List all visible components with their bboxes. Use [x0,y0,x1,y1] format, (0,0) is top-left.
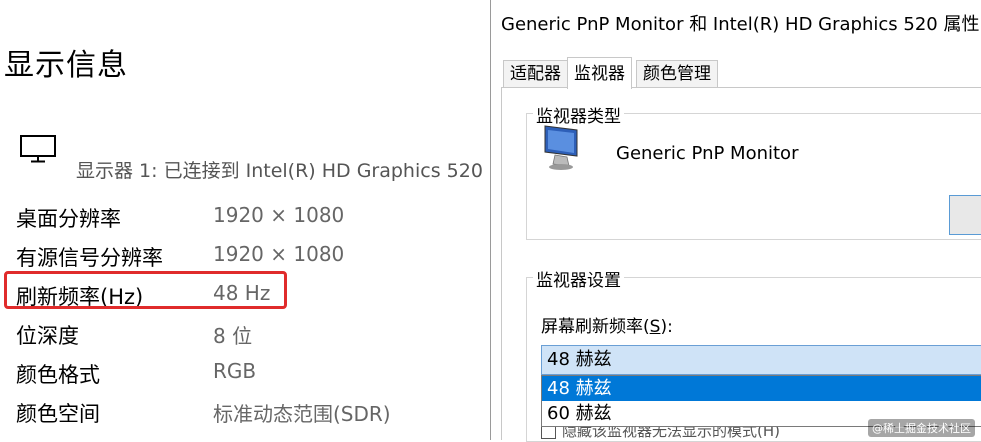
info-label: 桌面分辨率 [16,207,121,231]
monitor-properties-button[interactable] [949,195,981,235]
info-label: 颜色格式 [16,363,100,387]
watermark: @稀土掘金技术社区 [868,419,975,437]
info-value: 8 位 [213,324,253,348]
display-info-pane: 显示信息 显示器 1: 已连接到 Intel(R) HD Graphics 52… [0,0,490,440]
monitor-icon [20,135,56,163]
tab-adapter[interactable]: 适配器 [503,60,568,87]
info-row-color-space: 颜色空间 标准动态范围(SDR) [16,398,476,432]
info-row-color-format: 颜色格式 RGB [16,359,476,393]
info-row-desktop-resolution: 桌面分辨率 1920 × 1080 [16,203,476,237]
monitor-type-group: 监视器类型 [526,102,981,240]
group-title: 监视器设置 [533,266,624,291]
refresh-rate-select[interactable]: 48 赫兹 [541,345,981,375]
dropdown-option-48hz[interactable]: 48 赫兹 [542,376,981,401]
info-value: RGB [213,359,257,383]
info-value: 1920 × 1080 [213,203,345,227]
info-value: 1920 × 1080 [213,242,345,266]
monitor-icon [544,125,578,170]
info-label: 位深度 [16,324,79,348]
info-value: 标准动态范围(SDR) [213,402,391,426]
dialog-title: Generic PnP Monitor 和 Intel(R) HD Graphi… [501,14,980,35]
tab-monitor[interactable]: 监视器 [567,57,632,89]
page-title: 显示信息 [4,48,128,83]
refresh-rate-highlight [4,271,287,309]
display-connection-label: 显示器 1: 已连接到 Intel(R) HD Graphics 520 [76,160,483,182]
info-label: 有源信号分辨率 [16,246,163,270]
monitor-properties-dialog: Generic PnP Monitor 和 Intel(R) HD Graphi… [490,0,981,442]
monitor-name: Generic PnP Monitor [616,143,799,164]
info-label: 颜色空间 [16,402,100,426]
info-row-bit-depth: 位深度 8 位 [16,320,476,354]
refresh-rate-label: 屏幕刷新频率(S): [541,317,673,337]
tab-color-management[interactable]: 颜色管理 [636,60,718,87]
